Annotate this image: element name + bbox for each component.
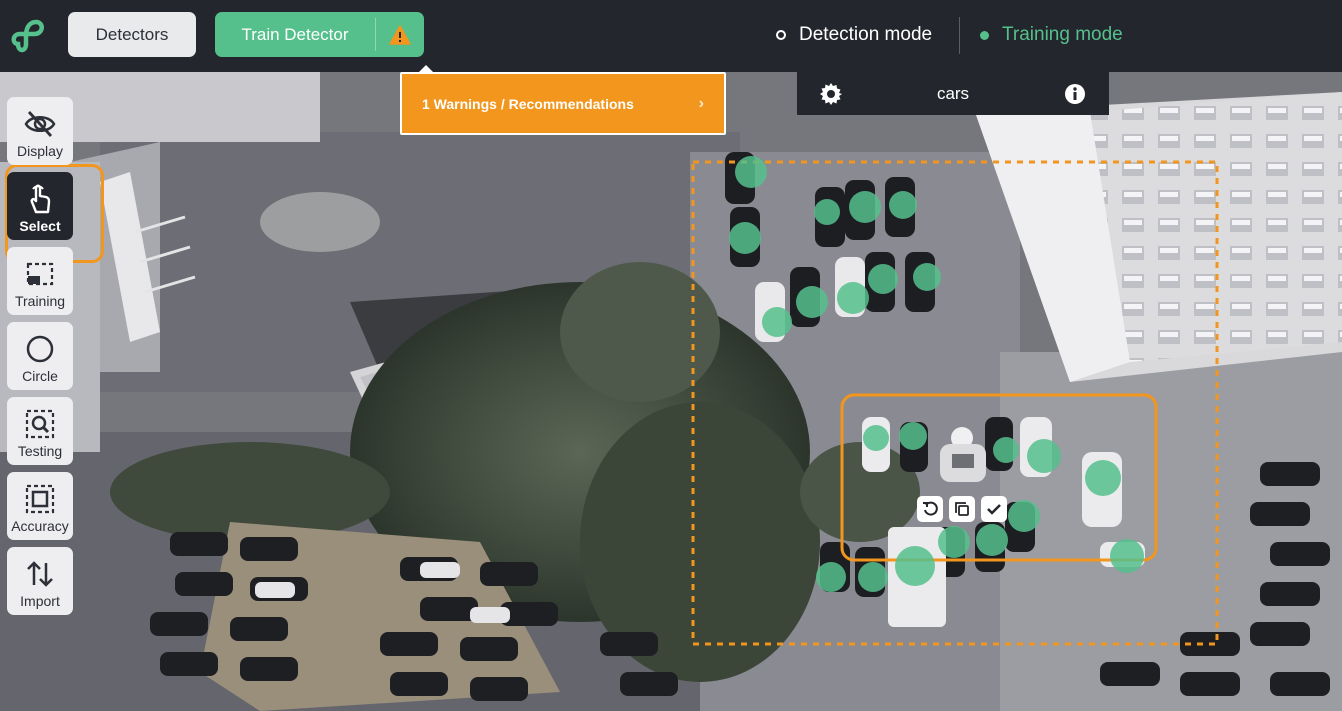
training-region-icon xyxy=(26,262,54,286)
check-icon[interactable] xyxy=(981,496,1007,522)
tool-training[interactable]: Training xyxy=(7,247,73,315)
tool-label: Accuracy xyxy=(11,518,69,534)
training-mode-toggle[interactable]: Training mode xyxy=(980,22,1123,48)
training-mode-label: Training mode xyxy=(1002,24,1123,45)
tool-accuracy[interactable]: Accuracy xyxy=(7,472,73,540)
undo-icon[interactable] xyxy=(917,496,943,522)
info-icon[interactable] xyxy=(1041,83,1109,105)
import-arrows-icon xyxy=(27,561,53,587)
detection-mode-toggle[interactable]: Detection mode xyxy=(776,22,932,48)
pointer-hand-icon xyxy=(30,184,51,214)
tool-label: Testing xyxy=(17,443,63,459)
tool-testing[interactable]: Testing xyxy=(7,397,73,465)
train-detector-button[interactable]: Train Detector xyxy=(215,12,424,57)
tool-label: Select xyxy=(19,218,61,234)
warnings-label: 1 Warnings / Recommendations xyxy=(422,95,634,112)
top-bar: Detectors Train Detector Detection mode … xyxy=(0,0,1342,72)
tool-label: Import xyxy=(20,593,60,609)
copy-icon[interactable] xyxy=(949,496,975,522)
tool-label: Display xyxy=(17,143,63,159)
mode-divider xyxy=(959,17,960,54)
radio-selected-icon xyxy=(980,30,989,40)
tool-display[interactable]: Display xyxy=(7,97,73,165)
train-detector-label[interactable]: Train Detector xyxy=(215,12,375,57)
warnings-popup[interactable]: 1 Warnings / Recommendations › xyxy=(400,65,726,135)
class-header: cars xyxy=(797,72,1109,115)
tool-select[interactable]: Select xyxy=(7,172,73,240)
detection-mode-label: Detection mode xyxy=(799,24,933,45)
map-canvas[interactable] xyxy=(0,72,1342,711)
testing-region-icon xyxy=(25,409,55,439)
accuracy-region-icon xyxy=(25,484,55,514)
logo-icon xyxy=(11,19,44,53)
tool-label: Circle xyxy=(22,368,58,384)
gear-icon[interactable] xyxy=(797,82,865,106)
radio-unselected-icon xyxy=(776,30,786,40)
chevron-right-icon: › xyxy=(698,94,704,112)
aerial-map[interactable] xyxy=(0,72,1342,711)
circle-icon xyxy=(26,335,54,363)
detectors-button[interactable]: Detectors xyxy=(68,12,196,57)
tool-import[interactable]: Import xyxy=(7,547,73,615)
warning-triangle-icon[interactable] xyxy=(376,12,424,57)
tool-label: Training xyxy=(14,293,66,309)
eye-slash-icon xyxy=(24,111,56,137)
region-tools xyxy=(917,496,1007,522)
tool-circle[interactable]: Circle xyxy=(7,322,73,390)
class-name: cars xyxy=(936,83,970,103)
